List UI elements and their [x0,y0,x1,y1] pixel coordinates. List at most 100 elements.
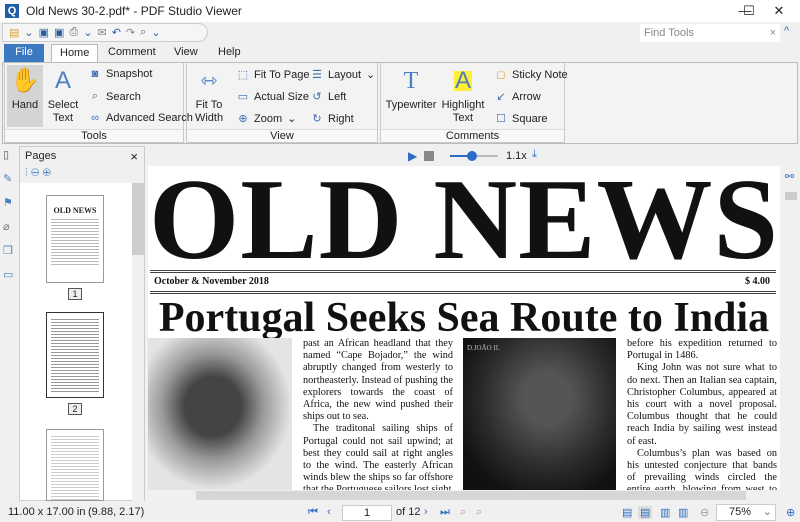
comments-group: TTypewriter A Highlight Text ◻Sticky Note… [380,63,565,143]
scroll-speed-slider[interactable] [450,155,498,157]
zoom-out-icon[interactable]: ⊖ [700,506,709,519]
snapshot-button[interactable]: ◙Snapshot [89,68,152,80]
undo-icon[interactable]: ↶ [112,26,121,39]
single-page-icon[interactable]: ▤ [622,506,632,519]
panel-toggle-icon[interactable] [785,192,797,200]
tools-group-label: Tools [5,129,183,142]
zoom-in-icon[interactable]: ⊕ [42,167,50,179]
masthead: OLD NEWS [148,166,780,287]
zoom-label: Zoom [254,113,282,125]
fit-width-icon: ⇿ [191,67,227,95]
tab-file[interactable]: File [4,44,44,62]
search-button[interactable]: ⌕Search [89,90,141,103]
save-all-icon[interactable]: ▣ [54,26,64,39]
advanced-search-label: Advanced Search [106,112,193,124]
chevron-down-icon[interactable]: ⌄ [83,26,92,39]
pages-icon[interactable]: ▯ [3,148,15,160]
highlight-icon: A [454,71,472,91]
play-icon[interactable]: ▶ [408,149,417,163]
layers-icon[interactable]: ❐ [3,244,15,256]
redo-icon[interactable]: ↷ [126,26,135,39]
print-icon[interactable]: ⎙ [69,26,78,39]
zoom-select[interactable]: 75%⌄ [716,504,776,521]
find-icon[interactable]: ⌕ [140,26,146,39]
scrollbar-thumb[interactable] [196,491,746,500]
facing-continuous-icon[interactable]: ▥ [678,506,688,519]
select-text-icon: A [45,67,81,95]
zoom-in-icon[interactable]: ⊕ [786,506,795,519]
tab-help[interactable]: Help [210,44,249,62]
fit-to-width-button[interactable]: ⇿Fit To Width [191,67,227,125]
view-group-label: View [187,129,377,142]
zoom-out-icon[interactable]: ⊖ [31,167,40,179]
page-thumbnail[interactable] [46,312,104,398]
save-icon[interactable]: ▣ [39,26,49,39]
page-thumbnail[interactable] [46,429,104,501]
continuous-icon[interactable]: ▤ [638,506,652,519]
attachments-icon[interactable]: ⌀ [3,220,15,232]
pages-panel: Pages× ⫶ ⊖ ⊕ OLD NEWS 1 2 [19,146,145,501]
select-text-label: Select Text [48,99,79,124]
next-view-icon[interactable]: ⌕ [476,506,482,519]
email-icon[interactable]: ✉ [97,26,106,39]
page-thumbnail[interactable]: OLD NEWS [46,195,104,283]
signatures-icon[interactable]: ✎ [3,172,15,184]
actual-size-button[interactable]: ▭Actual Size [237,90,309,103]
comments-group-label: Comments [381,129,564,142]
first-page-icon[interactable]: ⏮ [308,506,318,519]
tab-comment[interactable]: Comment [100,44,164,62]
facing-icon[interactable]: ▥ [660,506,670,519]
paragraph: before his expedition returned to Portug… [627,338,777,362]
pages-scrollbar[interactable] [132,183,144,501]
sticky-note-icon: ◻ [495,68,507,81]
sticky-note-button[interactable]: ◻Sticky Note [495,68,568,81]
rotate-left-button[interactable]: ↺Left [311,90,346,103]
view-group: ⇿Fit To Width ⬚Fit To Page ▭Actual Size … [186,63,378,143]
previous-view-icon[interactable]: ⌕ [460,506,466,519]
page-number-input[interactable]: 1 [342,505,392,521]
clear-icon[interactable]: × [770,27,776,39]
maximize-button[interactable]: ☐ [734,2,764,20]
horizontal-scrollbar[interactable] [148,490,780,501]
link-icon[interactable]: ⚯ [785,170,797,182]
typewriter-button[interactable]: TTypewriter [385,67,437,112]
open-icon[interactable]: ▤ [9,26,19,39]
hand-button[interactable]: ✋Hand [7,65,43,127]
stop-icon[interactable] [424,151,434,161]
chevron-down-icon[interactable]: ⌄ [763,505,772,518]
typewriter-label: Typewriter [386,99,437,111]
chevron-down-icon[interactable]: ⌄ [24,26,33,39]
highlight-text-label: Highlight Text [442,99,485,124]
layout-label: Layout [328,69,361,81]
close-panel-icon[interactable]: × [130,149,138,164]
tab-view[interactable]: View [166,44,206,62]
destinations-icon[interactable]: ▭ [3,268,15,280]
square-button[interactable]: ☐Square [495,112,547,125]
last-page-icon[interactable]: ⏭ [440,506,450,519]
thumbnail-options-icon[interactable]: ⫶ [25,167,28,179]
highlight-text-button[interactable]: A Highlight Text [439,67,487,125]
slider-handle[interactable] [467,151,477,161]
collapse-ribbon-icon[interactable]: ^ [784,25,789,37]
fit-to-page-button[interactable]: ⬚Fit To Page [237,68,309,81]
close-button[interactable]: ✕ [764,2,794,20]
find-tools-input[interactable]: Find Tools× [640,24,780,42]
previous-page-icon[interactable]: ‹ [327,506,331,518]
square-label: Square [512,113,547,125]
zoom-button[interactable]: ⊕Zoom⌄ [237,112,296,125]
next-page-icon[interactable]: › [424,506,428,518]
paragraph: past an African headland that they named… [303,338,453,423]
chevron-down-icon[interactable]: ⌄ [151,26,160,39]
auto-scroll-icon[interactable]: ⤓ [532,148,537,161]
layout-button[interactable]: ☰Layout⌄ [311,68,375,81]
advanced-search-button[interactable]: ∞Advanced Search [89,112,193,124]
king-portrait-image: D.JOÃO II. [463,338,616,490]
arrow-button[interactable]: ↙Arrow [495,90,541,103]
snapshot-label: Snapshot [106,68,152,80]
select-text-button[interactable]: A Select Text [45,67,81,125]
tab-home[interactable]: Home [51,44,98,63]
quick-access-toolbar: ▤ ⌄ ▣ ▣ ⎙ ⌄ ✉ ↶ ↷ ⌕ ⌄ [2,23,208,42]
rotate-right-button[interactable]: ↻Right [311,112,354,125]
hand-label: Hand [12,99,38,111]
bookmarks-icon[interactable]: ⚑ [3,196,15,208]
